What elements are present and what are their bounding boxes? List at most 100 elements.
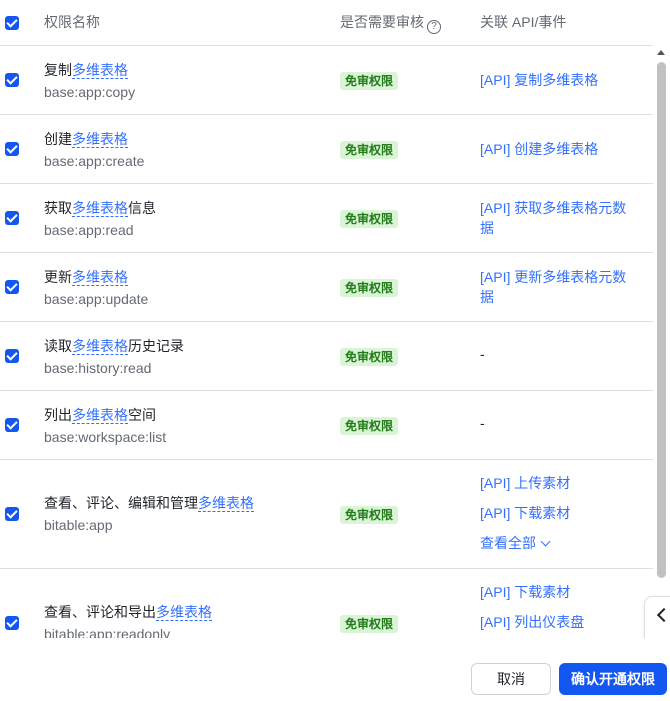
table-row: 创建多维表格 base:app:create 免审权限 [API] 创建多维表格 — [0, 115, 653, 184]
scroll-up-arrow-icon[interactable] — [657, 50, 665, 55]
table-row: 复制多维表格 base:app:copy 免审权限 [API] 复制多维表格 — [0, 46, 653, 115]
column-header-api: 关联 API/事件 — [480, 14, 567, 30]
chevron-left-icon — [656, 607, 670, 623]
api-link[interactable]: [API] 列出仪表盘 — [480, 612, 640, 632]
row-checkbox[interactable] — [5, 211, 19, 225]
scrollbar-thumb[interactable] — [657, 62, 666, 578]
title-text: 获取 — [44, 200, 72, 216]
title-text: 列出 — [44, 407, 72, 423]
title-text: 信息 — [128, 200, 156, 216]
api-link[interactable]: [API] 获取多维表格元数据 — [480, 198, 640, 238]
row-checkbox[interactable] — [5, 349, 19, 363]
api-list: - — [480, 415, 640, 431]
title-text: 空间 — [128, 407, 156, 423]
review-badge: 免审权限 — [340, 615, 399, 633]
permission-name: 获取多维表格信息 base:app:read — [44, 198, 156, 240]
permission-name: 复制多维表格 base:app:copy — [44, 60, 135, 102]
permission-scope: bitable:app — [44, 517, 113, 533]
confirm-enable-permissions-button[interactable]: 确认开通权限 — [559, 663, 667, 695]
cancel-button[interactable]: 取消 — [471, 663, 551, 695]
title-text: 复制 — [44, 62, 72, 78]
chevron-down-icon — [540, 536, 551, 547]
row-checkbox[interactable] — [5, 616, 19, 630]
api-list: [API] 下载素材 [API] 列出仪表盘 — [480, 582, 640, 632]
title-text: 读取 — [44, 338, 72, 354]
column-header-name: 权限名称 — [44, 14, 100, 30]
term-link[interactable]: 多维表格 — [72, 407, 128, 424]
review-badge: 免审权限 — [340, 141, 399, 159]
api-list: - — [480, 346, 640, 362]
permission-name: 创建多维表格 base:app:create — [44, 129, 144, 171]
permission-name: 查看、评论和导出多维表格 bitable:app:readonly — [44, 602, 212, 638]
row-checkbox[interactable] — [5, 73, 19, 87]
row-checkbox[interactable] — [5, 280, 19, 294]
term-link[interactable]: 多维表格 — [198, 495, 254, 512]
permission-scope: base:history:read — [44, 360, 152, 376]
review-badge: 免审权限 — [340, 279, 399, 297]
view-all-link[interactable]: 查看全部 — [480, 533, 640, 553]
review-badge: 免审权限 — [340, 506, 399, 524]
vertical-scrollbar[interactable] — [653, 46, 670, 638]
row-checkbox[interactable] — [5, 418, 19, 432]
term-link[interactable]: 多维表格 — [72, 200, 128, 217]
permission-title: 查看、评论和导出多维表格 — [44, 602, 212, 622]
table-row: 获取多维表格信息 base:app:read 免审权限 [API] 获取多维表格… — [0, 184, 653, 253]
table-row: 查看、评论和导出多维表格 bitable:app:readonly 免审权限 [… — [0, 569, 653, 638]
permission-title: 更新多维表格 — [44, 267, 148, 287]
title-text: 查看、评论、编辑和管理 — [44, 495, 198, 511]
permission-name: 列出多维表格空间 base:workspace:list — [44, 405, 166, 447]
table-header: 权限名称 是否需要审核? 关联 API/事件 — [0, 0, 653, 46]
term-link[interactable]: 多维表格 — [72, 131, 128, 148]
permission-title: 创建多维表格 — [44, 129, 144, 149]
api-link[interactable]: [API] 复制多维表格 — [480, 70, 640, 90]
table-row: 更新多维表格 base:app:update 免审权限 [API] 更新多维表格… — [0, 253, 653, 322]
review-badge: 免审权限 — [340, 348, 399, 366]
api-list: [API] 更新多维表格元数据 — [480, 267, 640, 307]
api-list: [API] 复制多维表格 — [480, 70, 640, 90]
permission-title: 查看、评论、编辑和管理多维表格 — [44, 493, 254, 513]
review-badge: 免审权限 — [340, 210, 399, 228]
term-link[interactable]: 多维表格 — [156, 604, 212, 621]
api-link[interactable]: [API] 下载素材 — [480, 503, 640, 523]
column-header-review-label: 是否需要审核 — [340, 14, 424, 30]
api-link[interactable]: [API] 创建多维表格 — [480, 139, 640, 159]
term-link[interactable]: 多维表格 — [72, 62, 128, 79]
permission-title: 读取多维表格历史记录 — [44, 336, 184, 356]
row-checkbox[interactable] — [5, 142, 19, 156]
title-text: 查看、评论和导出 — [44, 604, 156, 620]
column-header-review: 是否需要审核? — [340, 13, 441, 34]
permission-name: 更新多维表格 base:app:update — [44, 267, 148, 309]
api-empty: - — [480, 415, 485, 431]
table-row: 查看、评论、编辑和管理多维表格 bitable:app 免审权限 [API] 上… — [0, 460, 653, 569]
api-link[interactable]: [API] 下载素材 — [480, 582, 640, 602]
table-row: 列出多维表格空间 base:workspace:list 免审权限 - — [0, 391, 653, 460]
view-all-label: 查看全部 — [480, 535, 536, 551]
term-link[interactable]: 多维表格 — [72, 338, 128, 355]
api-list: [API] 上传素材 [API] 下载素材 查看全部 — [480, 473, 640, 553]
api-empty: - — [480, 346, 485, 362]
title-text: 创建 — [44, 131, 72, 147]
api-link[interactable]: [API] 更新多维表格元数据 — [480, 267, 640, 307]
table-row: 读取多维表格历史记录 base:history:read 免审权限 - — [0, 322, 653, 391]
question-circle-icon[interactable]: ? — [427, 20, 441, 34]
api-link[interactable]: [API] 上传素材 — [480, 473, 640, 493]
permission-name: 查看、评论、编辑和管理多维表格 bitable:app — [44, 493, 254, 535]
permission-scope: bitable:app:readonly — [44, 626, 171, 638]
dialog-footer: 取消 确认开通权限 — [0, 638, 670, 701]
permission-scope: base:workspace:list — [44, 429, 167, 445]
row-checkbox[interactable] — [5, 507, 19, 521]
term-link[interactable]: 多维表格 — [72, 269, 128, 286]
permission-title: 列出多维表格空间 — [44, 405, 166, 425]
permission-scope: base:app:copy — [44, 84, 136, 100]
permission-scope: base:app:create — [44, 153, 145, 169]
title-text: 更新 — [44, 269, 72, 285]
review-badge: 免审权限 — [340, 72, 399, 90]
api-list: [API] 创建多维表格 — [480, 139, 640, 159]
review-badge: 免审权限 — [340, 417, 399, 435]
title-text: 历史记录 — [128, 338, 184, 354]
select-all-checkbox[interactable] — [5, 16, 19, 30]
api-list: [API] 获取多维表格元数据 — [480, 198, 640, 238]
permissions-table: 权限名称 是否需要审核? 关联 API/事件 复制多维表格 base:app:c… — [0, 0, 653, 638]
permission-scope: base:app:update — [44, 291, 149, 307]
permission-title: 复制多维表格 — [44, 60, 135, 80]
